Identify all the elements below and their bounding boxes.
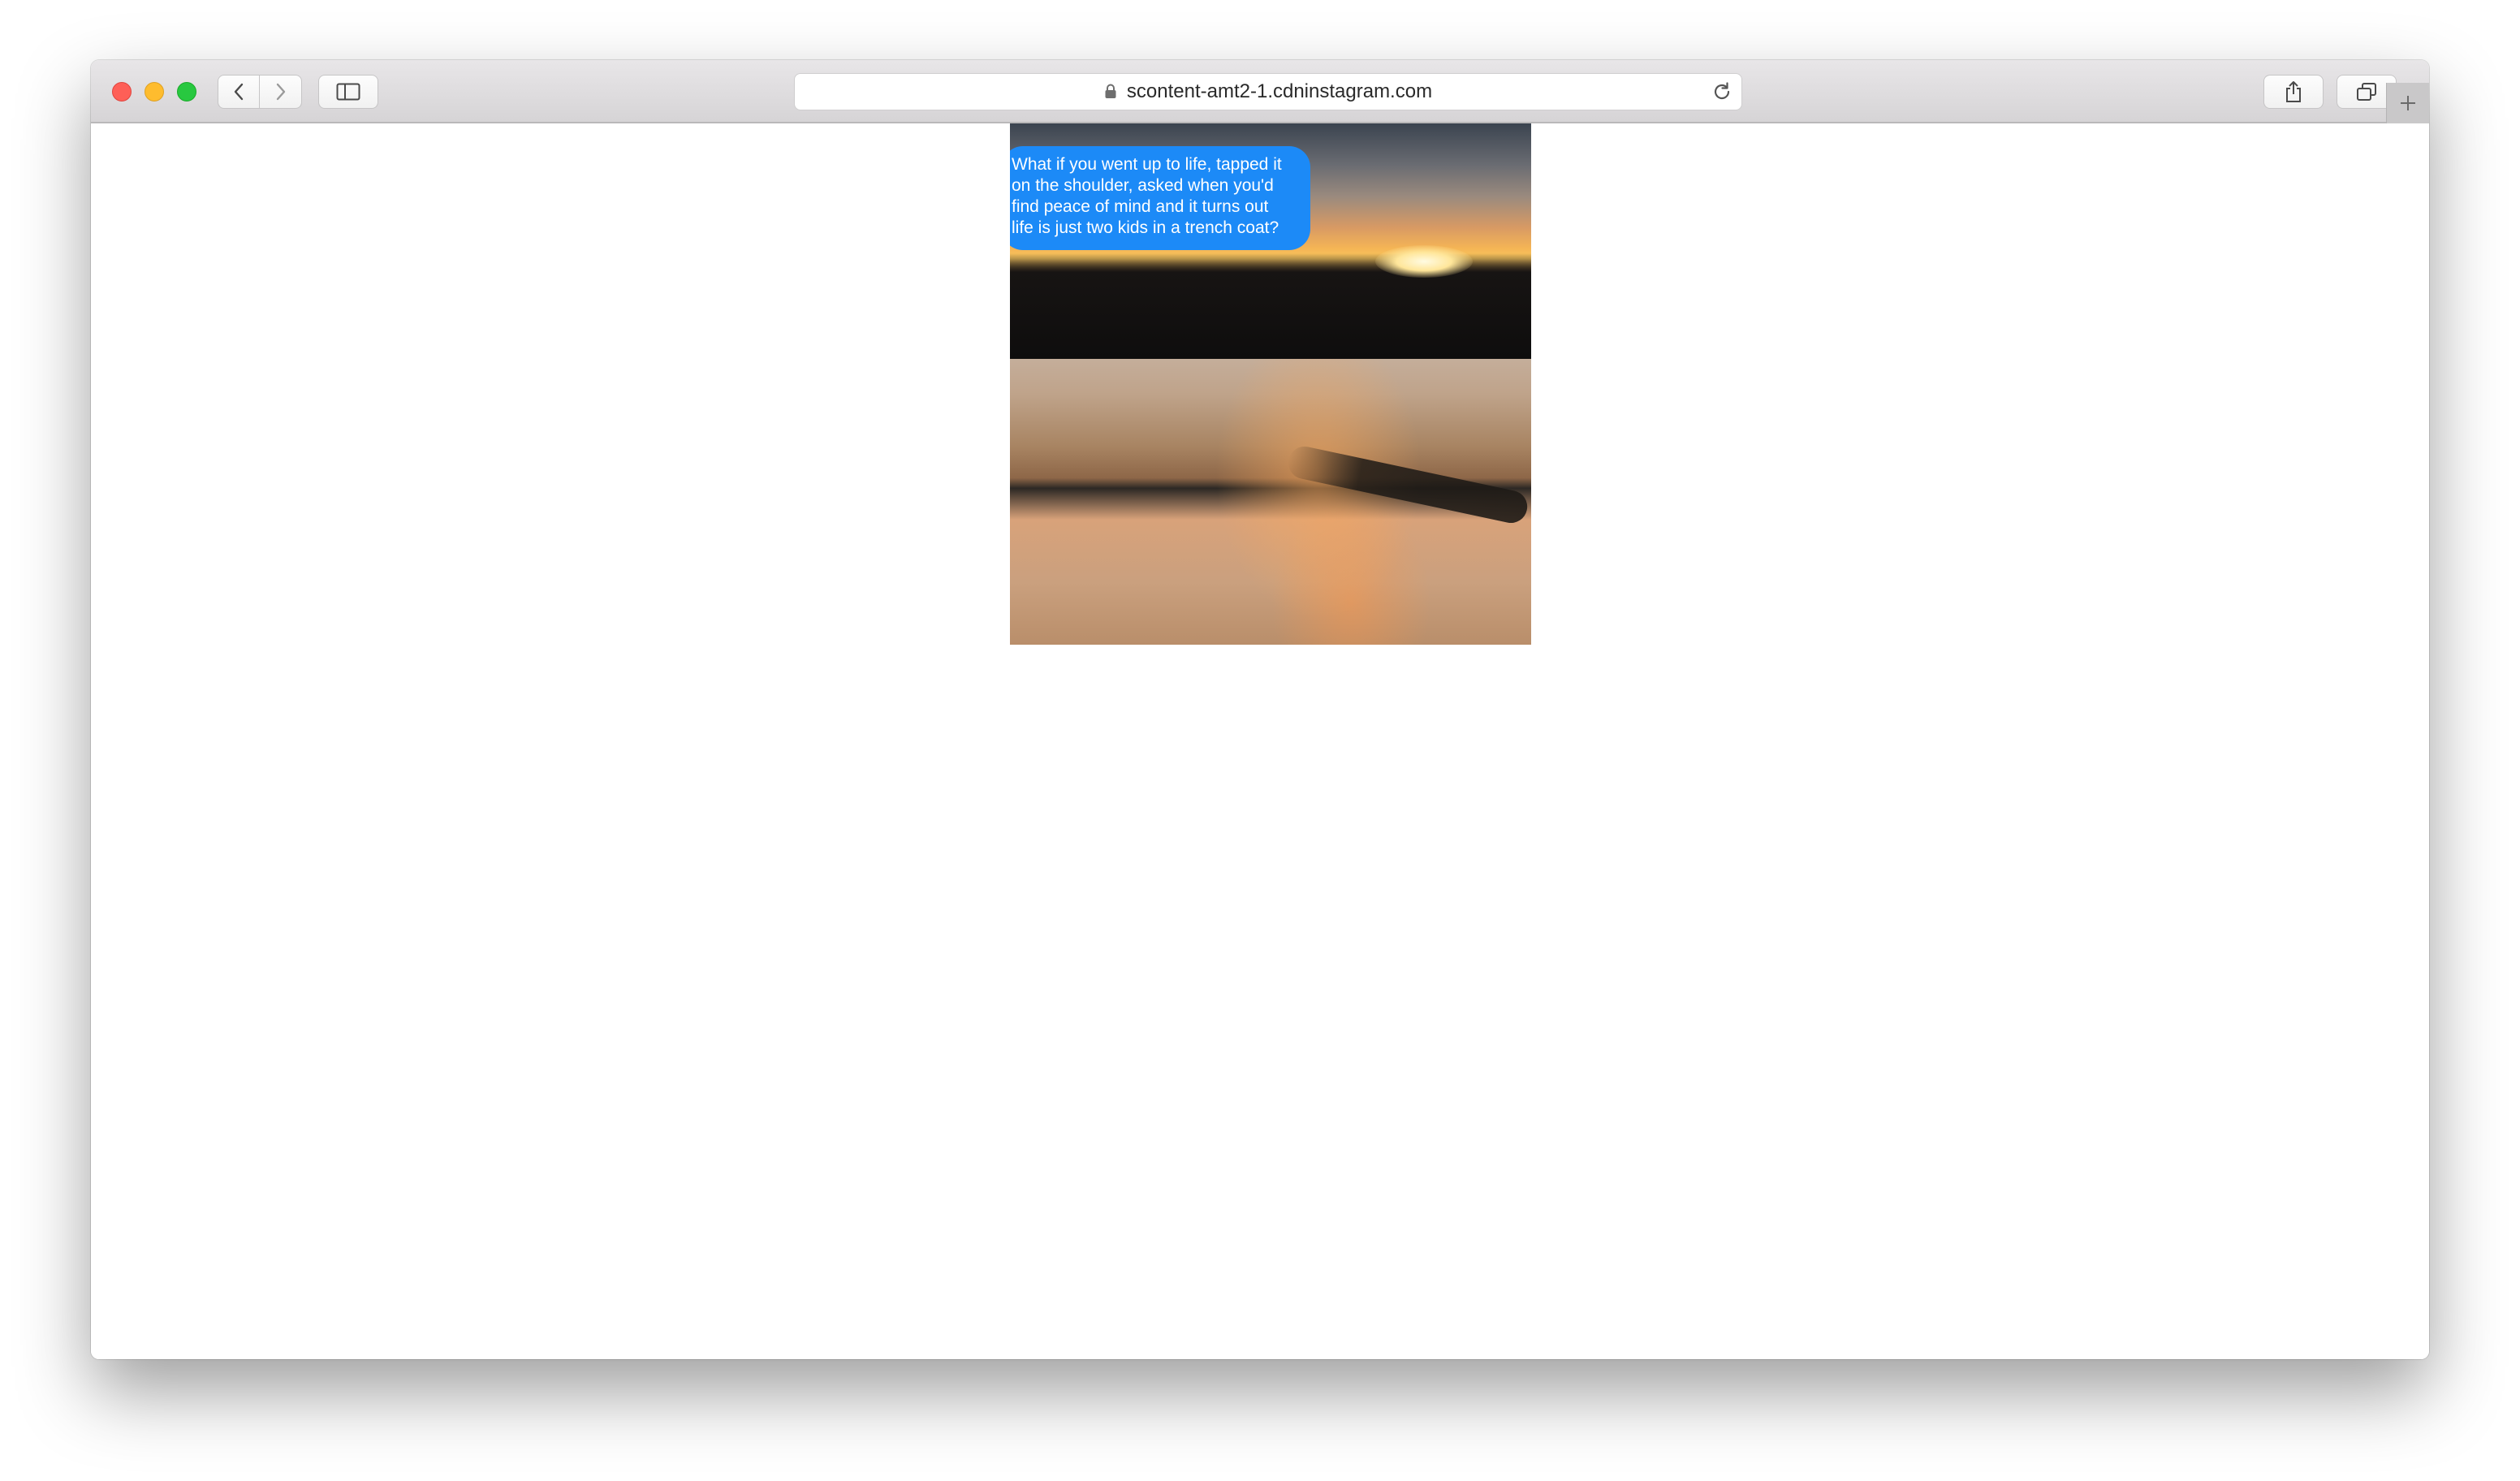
share-icon: [2286, 81, 2301, 102]
lock-icon: [1105, 84, 1116, 98]
reload-button[interactable]: [1711, 80, 1733, 103]
plus-icon: [2401, 96, 2415, 110]
navigation-buttons: [218, 75, 302, 109]
chevron-left-icon: [234, 83, 244, 101]
address-bar[interactable]: scontent-amt2-1.cdninstagram.com: [794, 73, 1742, 110]
sun-glow: [1375, 245, 1473, 278]
tabs-overview-icon: [2357, 83, 2376, 101]
bubble-line: life is just two kids in a trench coat?: [1012, 218, 1279, 237]
new-tab-button[interactable]: [2386, 83, 2429, 123]
sunset-photo[interactable]: What if you went up to life, tapped it o…: [1010, 123, 1531, 645]
browser-toolbar: scontent-amt2-1.cdninstagram.com: [91, 60, 2429, 123]
bubble-line: on the shoulder, asked when you'd: [1012, 176, 1274, 195]
maximize-button[interactable]: [177, 82, 196, 101]
browser-window: scontent-amt2-1.cdninstagram.com What if…: [91, 60, 2429, 1359]
reload-icon: [1714, 82, 1730, 100]
bubble-line: What if you went up to life, tapped it: [1012, 155, 1282, 174]
page-content: What if you went up to life, tapped it o…: [91, 123, 2429, 1359]
message-bubble: What if you went up to life, tapped it o…: [1010, 146, 1310, 250]
chevron-right-icon: [276, 83, 285, 101]
back-button[interactable]: [218, 75, 260, 109]
minimize-button[interactable]: [145, 82, 164, 101]
forward-button[interactable]: [260, 75, 302, 109]
url-text: scontent-amt2-1.cdninstagram.com: [1126, 80, 1433, 102]
bubble-line: find peace of mind and it turns out: [1012, 197, 1269, 216]
close-button[interactable]: [112, 82, 132, 101]
share-button[interactable]: [2263, 75, 2324, 109]
sidebar-button[interactable]: [318, 75, 378, 109]
sidebar-icon: [336, 83, 360, 101]
desktop: scontent-amt2-1.cdninstagram.com What if…: [0, 0, 2520, 1481]
